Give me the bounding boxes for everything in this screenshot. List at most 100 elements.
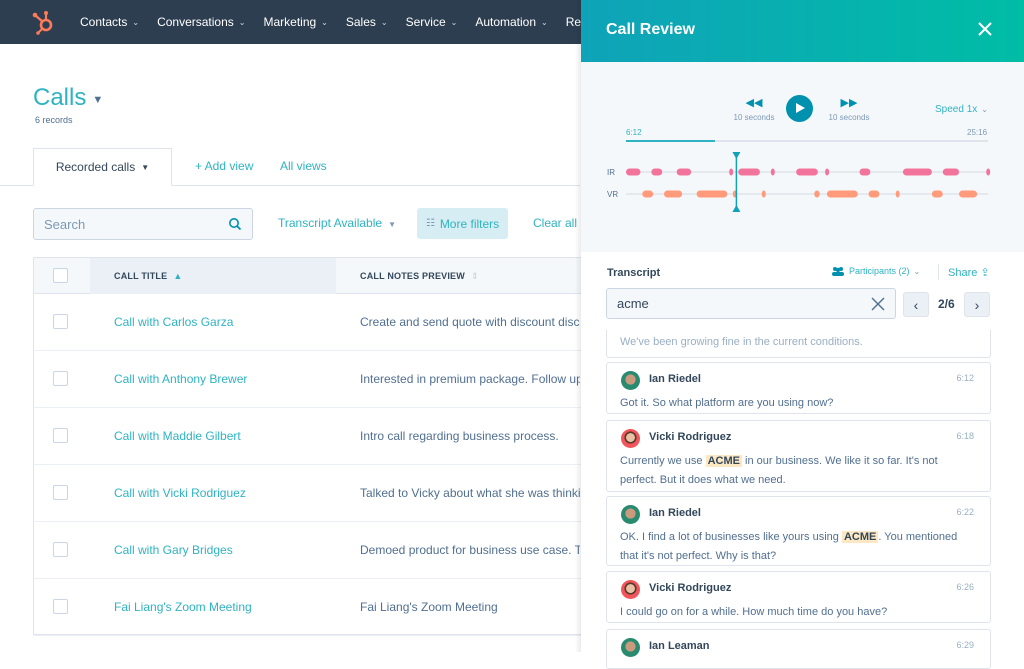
row-checkbox[interactable]	[53, 371, 68, 386]
search-placeholder: Search	[44, 216, 86, 232]
column-header-call-notes[interactable]: CALL NOTES PREVIEW ⇕	[360, 271, 479, 282]
nav-item-conversations[interactable]: Conversations ⌄	[157, 15, 245, 29]
speech-segment[interactable]	[729, 168, 734, 176]
nav-item-service[interactable]: Service ⌄	[406, 15, 458, 29]
speech-segment[interactable]	[651, 168, 663, 176]
speaker-timeline[interactable]: IR VR	[581, 148, 1024, 218]
row-checkbox[interactable]	[53, 428, 68, 443]
speech-segment[interactable]	[959, 190, 978, 198]
row-checkbox[interactable]	[53, 314, 68, 329]
hubspot-logo-icon[interactable]	[30, 8, 58, 36]
nav-item-marketing[interactable]: Marketing ⌄	[263, 15, 327, 29]
chevron-down-icon: ⌄	[238, 17, 246, 27]
call-title-link[interactable]: Call with Carlos Garza	[114, 315, 233, 329]
speech-segment[interactable]	[826, 190, 858, 198]
sort-ascending-icon: ▲	[173, 271, 183, 281]
progress-bar[interactable]	[626, 140, 988, 142]
message-timestamp[interactable]: 6:12	[956, 373, 974, 383]
call-notes-preview: Interested in premium package. Follow up	[360, 372, 580, 386]
play-button[interactable]	[786, 95, 813, 122]
transcript-message[interactable]: Ian Leaman 6:29	[606, 629, 991, 669]
message-timestamp[interactable]: 6:29	[956, 640, 974, 650]
speech-segment[interactable]	[796, 168, 818, 176]
playhead[interactable]	[732, 152, 741, 212]
nav-item-automation[interactable]: Automation ⌄	[475, 15, 547, 29]
transcript-search-input[interactable]: acme	[606, 288, 896, 319]
speech-segment[interactable]	[825, 168, 830, 176]
speech-segment[interactable]	[761, 190, 766, 198]
transcript-message[interactable]: Ian Riedel 6:22 OK. I find a lot of busine…	[606, 496, 991, 566]
chevron-down-icon: ⌄	[132, 17, 140, 27]
transcript-message[interactable]: We've been growing fine in the current c…	[606, 330, 991, 358]
text-fragment: OK. I find a lot of businesses like your…	[620, 531, 842, 543]
search-input[interactable]: Search	[33, 208, 253, 240]
speech-segment[interactable]	[770, 168, 775, 176]
tab-recorded-calls[interactable]: Recorded calls ▼	[33, 148, 172, 186]
message-text: I could go on for a while. How much time…	[620, 603, 975, 622]
speech-segment[interactable]	[895, 190, 900, 198]
speech-segment[interactable]	[626, 168, 641, 176]
speech-segment[interactable]	[696, 190, 728, 198]
call-title-link[interactable]: Call with Maddie Gilbert	[114, 429, 241, 443]
speech-segment[interactable]	[676, 168, 692, 176]
avatar	[621, 429, 640, 448]
caret-down-icon: ▼	[388, 220, 396, 229]
rewind-10-button[interactable]: ◀◀ 10 seconds	[724, 96, 784, 122]
speed-dropdown[interactable]: Speed 1x ⌄	[935, 104, 988, 115]
column-header-call-title[interactable]: CALL TITLE ▲	[114, 271, 182, 281]
speech-segment[interactable]	[859, 168, 871, 176]
forward-10-button[interactable]: ▶▶ 10 seconds	[819, 96, 879, 122]
row-checkbox[interactable]	[53, 599, 68, 614]
close-icon[interactable]	[975, 19, 995, 39]
row-checkbox[interactable]	[53, 485, 68, 500]
call-title-link[interactable]: Call with Anthony Brewer	[114, 372, 247, 386]
table-row: Call with Maddie Gilbert Intro call regar…	[34, 408, 594, 465]
rewind-icon: ◀◀	[745, 97, 763, 109]
clear-all-button[interactable]: Clear all	[533, 216, 577, 230]
nav-item-contacts[interactable]: Contacts ⌄	[80, 15, 139, 29]
speech-segment[interactable]	[902, 168, 932, 176]
page-title-text: Calls	[33, 84, 87, 111]
call-title-link[interactable]: Call with Vicki Rodriguez	[114, 486, 246, 500]
transcript-message[interactable]: Vicki Rodriguez 6:26 I could go on for a w…	[606, 571, 991, 623]
next-match-button[interactable]: ›	[964, 292, 990, 317]
message-timestamp[interactable]: 6:26	[956, 582, 974, 592]
call-title-link[interactable]: Fai Liang's Zoom Meeting	[114, 600, 252, 614]
speech-segment[interactable]	[664, 190, 683, 198]
previous-match-button[interactable]: ‹	[903, 292, 929, 317]
transcript-available-filter[interactable]: Transcript Available ▼	[278, 216, 396, 230]
more-filters-button[interactable]: ☷ More filters	[417, 208, 508, 239]
all-views-link[interactable]: All views	[280, 159, 327, 173]
lane-label: IR	[607, 168, 615, 177]
speaker-name: Vicki Rodriguez	[649, 582, 732, 594]
select-all-checkbox[interactable]	[53, 268, 68, 283]
speech-segment[interactable]	[642, 190, 654, 198]
clear-search-icon[interactable]	[871, 297, 885, 311]
search-icon[interactable]	[228, 217, 242, 231]
participants-dropdown[interactable]: Participants (2) ⌄	[831, 266, 920, 276]
speech-segment[interactable]	[931, 190, 943, 198]
call-title-link[interactable]: Call with Gary Bridges	[114, 543, 233, 557]
chevron-down-icon: ⌄	[450, 17, 458, 27]
chevron-down-icon: ⌄	[321, 17, 328, 27]
table-row: Fai Liang's Zoom Meeting Fai Liang's Zoom…	[34, 579, 594, 636]
page-title[interactable]: Calls ▼	[33, 84, 103, 112]
chevron-down-icon: ⌄	[913, 266, 921, 276]
speech-segment[interactable]	[738, 168, 760, 176]
match-counter: 2/6	[938, 297, 955, 311]
speech-segment[interactable]	[942, 168, 960, 176]
transcript-message[interactable]: Vicki Rodriguez 6:18 Currently we use ACME…	[606, 420, 991, 492]
speech-segment[interactable]	[814, 190, 820, 198]
transcript-message[interactable]: Ian Riedel 6:12 Got it. So what platform a…	[606, 362, 991, 414]
add-view-button[interactable]: + Add view	[195, 159, 253, 173]
speaker-name: Ian Riedel	[649, 507, 701, 519]
speech-segment[interactable]	[868, 190, 880, 198]
forward-label: 10 seconds	[828, 113, 870, 122]
speech-segment[interactable]	[986, 168, 991, 176]
nav-item-sales[interactable]: Sales ⌄	[346, 15, 388, 29]
panel-title: Call Review	[606, 21, 695, 38]
row-checkbox[interactable]	[53, 542, 68, 557]
message-timestamp[interactable]: 6:22	[956, 507, 974, 517]
message-timestamp[interactable]: 6:18	[956, 431, 974, 441]
share-button[interactable]: Share ⇪	[948, 266, 990, 279]
